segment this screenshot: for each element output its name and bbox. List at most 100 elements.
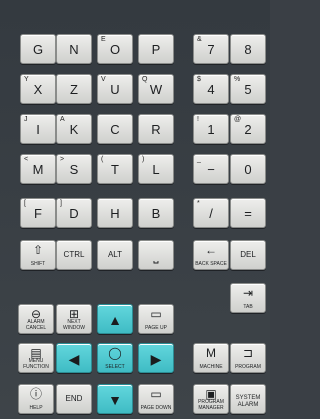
key-0[interactable]: 0 (230, 154, 266, 184)
alt-key[interactable]: ALT (97, 240, 133, 270)
page-up-key[interactable]: ▭ PAGE UP (138, 304, 174, 334)
system-alarm-key[interactable]: SYSTEM ALARM (230, 384, 266, 414)
key-2[interactable]: @2 (230, 114, 266, 144)
key-equals[interactable]: = (230, 198, 266, 228)
del-key-label: DEL (240, 250, 256, 259)
del-key[interactable]: DEL (230, 240, 266, 270)
key-7[interactable]: & 7 (193, 34, 229, 64)
key-1-label: 1 (207, 122, 215, 137)
backspace-key-label: BACK SPACE (195, 261, 227, 267)
key-equals-label: = (244, 206, 252, 221)
help-key[interactable]: ⓘ HELP (18, 384, 54, 414)
machine-icon: M (206, 346, 216, 360)
key-s[interactable]: > S (56, 154, 92, 184)
key-n[interactable]: N (56, 34, 92, 64)
key-minus[interactable]: _ − (193, 154, 229, 184)
key-z[interactable]: Z (56, 74, 92, 104)
arrow-left-icon: ◀ (68, 351, 80, 367)
key-5[interactable]: % 5 (230, 74, 266, 104)
program-manager-key-label: PROGRAM MANAGER (198, 399, 224, 411)
key-n-label: N (69, 42, 79, 57)
key-w[interactable]: QW (138, 74, 174, 104)
key-d-label: D (69, 206, 79, 221)
key-h-label: H (110, 206, 120, 221)
key-m-label: M (32, 162, 44, 177)
alarm-cancel-key[interactable]: ⊖ ALARM CANCEL (18, 304, 54, 334)
shift-key[interactable]: ⇧ SHIFT (20, 240, 56, 270)
page-up-key-label: PAGE UP (145, 325, 167, 331)
key-1[interactable]: ! 1 (193, 114, 229, 144)
end-key[interactable]: END (56, 384, 92, 414)
page-down-key-label: PAGE DOWN (140, 405, 172, 411)
cursor-left-key[interactable]: ◀ (56, 343, 92, 373)
key-5-label: 5 (244, 82, 252, 97)
key-4[interactable]: $4 (193, 74, 229, 104)
key-4-label: 4 (207, 82, 215, 97)
next-window-key[interactable]: ⊞ NEXT WINDOW (56, 304, 92, 334)
shift-icon: ⇧ (32, 243, 44, 257)
key-u-label: U (110, 82, 120, 97)
key-f-label: F (34, 206, 42, 221)
system-alarm-key-label: SYSTEM ALARM (235, 395, 261, 408)
shift-key-label: SHIFT (30, 261, 46, 267)
menu-function-key-label: MENU FUNCTION (23, 358, 49, 370)
cursor-down-key[interactable]: ▼ (97, 384, 133, 414)
key-l[interactable]: ) L (138, 154, 174, 184)
space-icon: ⎵ (153, 248, 159, 263)
key-b[interactable]: B (138, 198, 174, 228)
alt-key-label: ALT (107, 250, 123, 259)
key-p[interactable]: P (138, 34, 174, 64)
page-down-icon: ▭ (150, 387, 162, 401)
arrow-right-icon: ▶ (150, 351, 162, 367)
key-i-label: I (36, 122, 40, 137)
key-i[interactable]: JI (20, 114, 56, 144)
key-slash-label: / (209, 206, 213, 221)
key-x[interactable]: YX (20, 74, 56, 104)
help-key-label: HELP (29, 405, 43, 411)
space-key[interactable]: ⎵ (138, 240, 174, 270)
select-key[interactable]: ◯ SELECT (97, 343, 133, 373)
key-g-label: G (32, 42, 44, 57)
machine-key[interactable]: M MACHINE (193, 343, 229, 373)
key-g[interactable]: G (20, 34, 56, 64)
key-k[interactable]: AK (56, 114, 92, 144)
menu-function-key[interactable]: ▤ MENU FUNCTION (18, 343, 54, 373)
key-p-label: P (151, 42, 161, 57)
key-d[interactable]: ] D (56, 198, 92, 228)
program-key-label: PROGRAM (235, 364, 261, 370)
tab-key[interactable]: ⇥ TAB (230, 283, 266, 313)
key-r[interactable]: R (138, 114, 174, 144)
end-key-label: END (65, 394, 83, 403)
key-m[interactable]: < M (20, 154, 56, 184)
key-t[interactable]: (T (97, 154, 133, 184)
key-t-label: T (111, 162, 119, 177)
program-key[interactable]: ⊐ PROGRAM (230, 343, 266, 373)
key-w-label: W (149, 82, 163, 97)
key-b-label: B (151, 206, 161, 221)
backspace-key[interactable]: ← BACK SPACE (193, 240, 229, 270)
key-f[interactable]: [F (20, 198, 56, 228)
select-icon: ◯ (108, 346, 122, 360)
key-minus-label: − (207, 162, 215, 177)
info-icon: ⓘ (29, 387, 42, 401)
program-icon: ⊐ (242, 346, 254, 360)
key-k-label: K (69, 122, 79, 137)
key-slash[interactable]: * / (193, 198, 229, 228)
key-o[interactable]: EO (97, 34, 133, 64)
cursor-right-key[interactable]: ▶ (138, 343, 174, 373)
key-c[interactable]: C (97, 114, 133, 144)
cursor-up-key[interactable]: ▲ (97, 304, 133, 334)
key-h[interactable]: H (97, 198, 133, 228)
program-manager-key[interactable]: ▣ PROGRAM MANAGER (193, 384, 229, 414)
cnc-keyboard-panel: G N EO P & 7 8 YX Z VU QW $4 % 5 JI AK C R… (0, 0, 270, 419)
key-z-label: Z (70, 82, 78, 97)
page-down-key[interactable]: ▭ PAGE DOWN (138, 384, 174, 414)
backspace-arrow-icon: ← (205, 243, 217, 257)
ctrl-key[interactable]: CTRL (56, 240, 92, 270)
key-8-label: 8 (244, 42, 252, 57)
key-8[interactable]: 8 (230, 34, 266, 64)
key-u[interactable]: VU (97, 74, 133, 104)
machine-key-label: MACHINE (199, 364, 223, 370)
key-7-label: 7 (207, 42, 215, 57)
arrow-down-icon: ▼ (108, 392, 122, 408)
